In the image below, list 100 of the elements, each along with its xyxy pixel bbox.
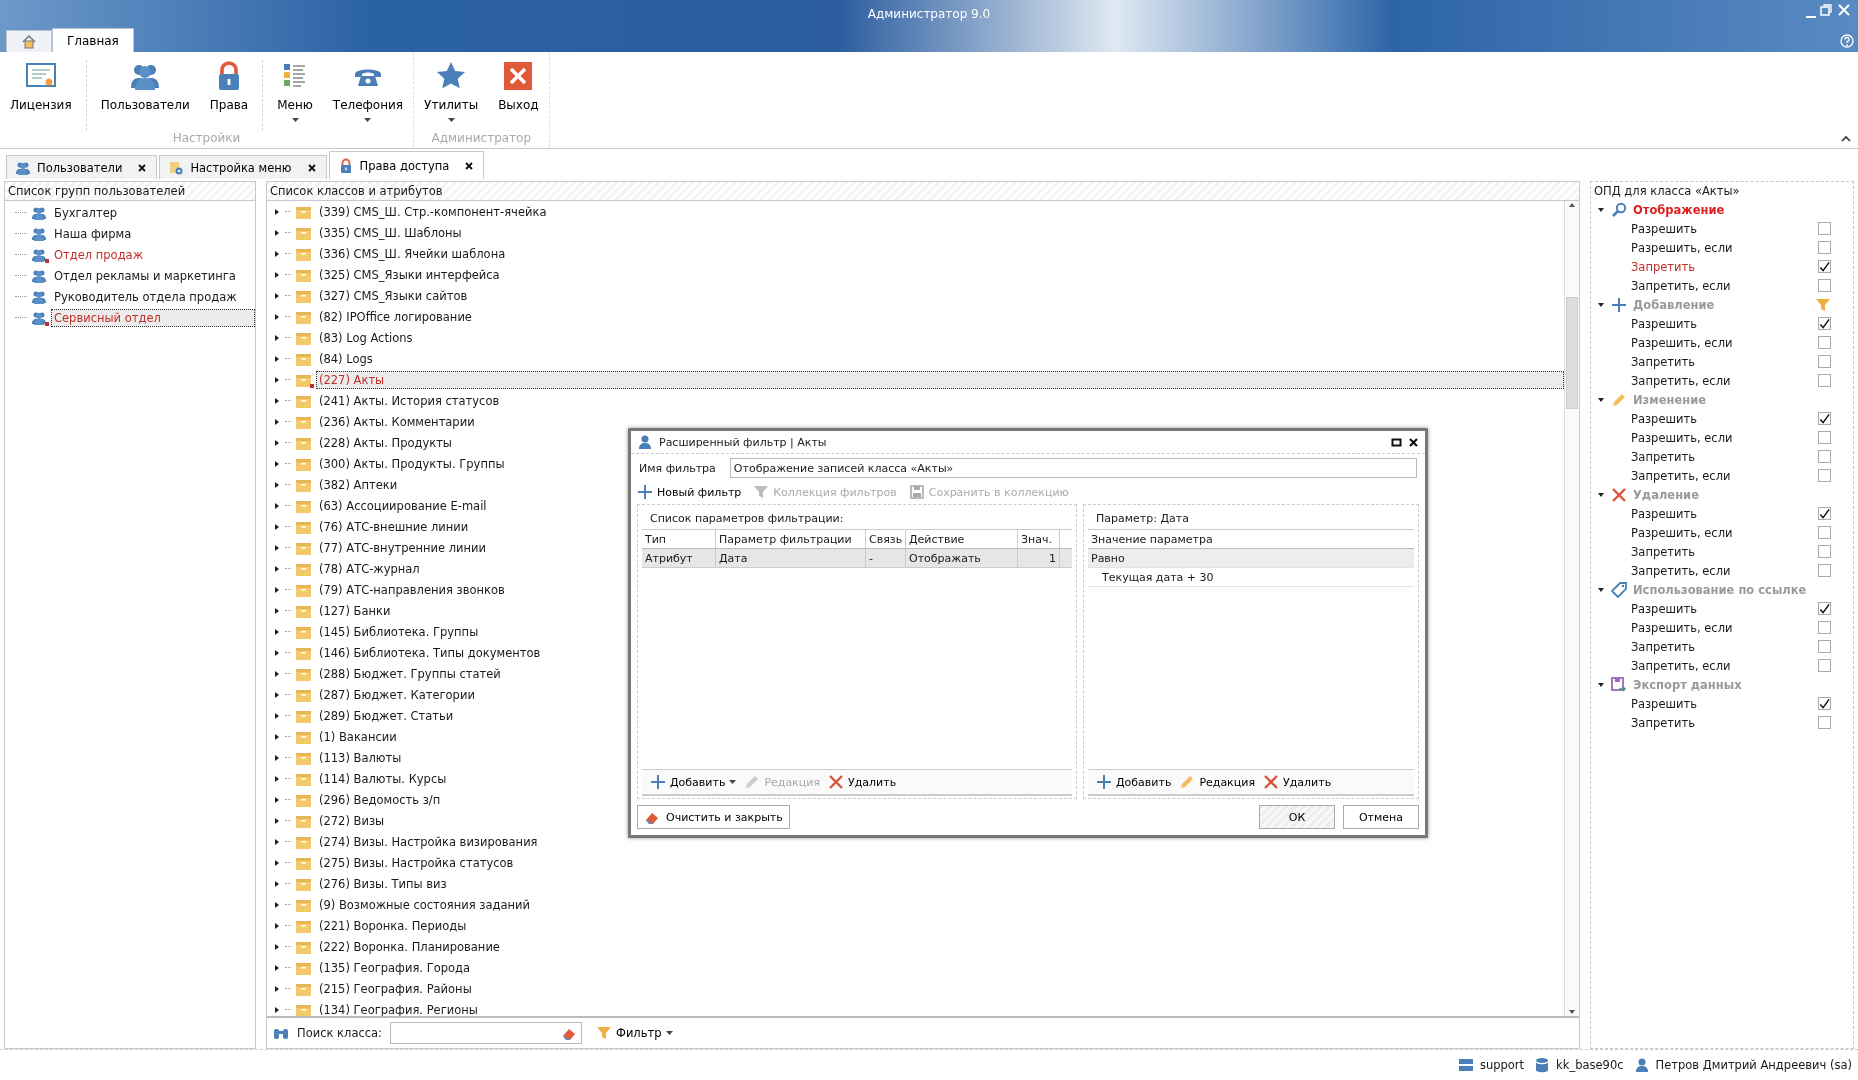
delete-icon xyxy=(828,774,845,790)
collapse-icon xyxy=(1840,134,1852,144)
tree-item[interactable]: (83) Log Actions xyxy=(316,328,1564,347)
permission-option: Запретить, если xyxy=(1631,278,1818,293)
scrollbar-thumb[interactable] xyxy=(1566,297,1578,409)
column-header[interactable]: Параметр фильтрации xyxy=(716,530,866,548)
tree-item[interactable]: Сервисный отдел xyxy=(51,308,255,327)
expander-icon xyxy=(273,795,281,804)
tree-item[interactable]: (339) CMS_Ш. Стр.-компонент-ячейка xyxy=(316,202,1564,221)
clear-close-button[interactable]: Очистить и закрыть xyxy=(637,805,790,829)
permission-option: Запретить, если xyxy=(1631,658,1818,673)
tree-item[interactable]: Бухгалтер xyxy=(51,203,255,222)
tree-item[interactable]: Отдел продаж xyxy=(51,245,255,264)
ok-button[interactable]: ОК xyxy=(1259,805,1335,829)
permission-option: Запретить xyxy=(1631,544,1818,559)
ribbon-button[interactable]: Лицензия xyxy=(0,60,82,131)
filter-name-field[interactable]: Отображение записей класса «Акты» xyxy=(729,458,1417,478)
checkbox[interactable] xyxy=(1818,241,1831,254)
value-row[interactable]: Текущая дата + 30 xyxy=(1088,568,1414,587)
column-header[interactable]: Значение параметра xyxy=(1088,530,1414,548)
tree-item[interactable]: (222) Воронка. Планирование xyxy=(316,937,1564,956)
value-row[interactable]: Равно xyxy=(1088,549,1414,568)
column-header[interactable]: Связь xyxy=(866,530,906,548)
checkbox[interactable] xyxy=(1818,336,1831,349)
checkbox[interactable] xyxy=(1818,279,1831,292)
permission-option: Разрешить xyxy=(1631,696,1818,711)
tree-item[interactable]: Руководитель отдела продаж xyxy=(51,287,255,306)
ribbon-tab[interactable]: Главная xyxy=(52,28,134,52)
checkbox[interactable] xyxy=(1818,412,1831,425)
checkbox[interactable] xyxy=(1818,545,1831,558)
tree-item[interactable]: (221) Воронка. Периоды xyxy=(316,916,1564,935)
checkbox[interactable] xyxy=(1818,716,1831,729)
expander-icon xyxy=(273,753,281,762)
document-tab[interactable]: Права доступа xyxy=(328,151,485,179)
document-tab[interactable]: Пользователи xyxy=(6,155,158,179)
permission-group[interactable]: Отображение xyxy=(1633,202,1853,217)
checkbox[interactable] xyxy=(1818,469,1831,482)
expander-icon xyxy=(273,774,281,783)
column-header[interactable]: Тип xyxy=(642,530,716,548)
ribbon-button[interactable]: Выход xyxy=(488,60,549,131)
checkbox[interactable] xyxy=(1818,222,1831,235)
scrollbar[interactable] xyxy=(1564,201,1579,1016)
expander-icon xyxy=(273,921,281,930)
checkbox[interactable] xyxy=(1818,564,1831,577)
checkbox[interactable] xyxy=(1818,640,1831,653)
tree-item[interactable]: (227) Акты xyxy=(316,370,1564,389)
checkbox[interactable] xyxy=(1818,659,1831,672)
action-button[interactable]: Удалить xyxy=(1263,774,1332,790)
tree-item[interactable]: (275) Визы. Настройка статусов xyxy=(316,853,1564,872)
plus-icon xyxy=(1611,296,1627,313)
filter-button[interactable]: Фильтр xyxy=(590,1024,679,1042)
checkbox[interactable] xyxy=(1818,260,1831,273)
checkbox[interactable] xyxy=(1818,317,1831,330)
tree-item[interactable]: (276) Визы. Типы виз xyxy=(316,874,1564,893)
checkbox[interactable] xyxy=(1818,355,1831,368)
tree-item[interactable]: (9) Возможные состояния заданий xyxy=(316,895,1564,914)
expander-icon xyxy=(273,711,281,720)
document-tab[interactable]: Настройка меню xyxy=(159,155,327,179)
toolbar-button[interactable]: Новый фильтр xyxy=(637,484,742,500)
action-button[interactable]: Редакция xyxy=(1179,774,1256,790)
tree-item[interactable]: (82) IPOffice логирование xyxy=(316,307,1564,326)
ribbon-button[interactable]: Телефония xyxy=(322,60,414,131)
checkbox[interactable] xyxy=(1818,450,1831,463)
checkbox[interactable] xyxy=(1818,431,1831,444)
tree-item[interactable]: (135) География. Города xyxy=(316,958,1564,977)
person-icon xyxy=(637,434,653,450)
ribbon-button[interactable]: Меню xyxy=(262,60,323,131)
checkbox[interactable] xyxy=(1818,621,1831,634)
home-tab[interactable] xyxy=(6,30,52,52)
action-button[interactable]: Добавить xyxy=(1096,774,1172,790)
tree-item[interactable]: (236) Акты. Комментарии xyxy=(316,412,1564,431)
column-header[interactable]: Действие xyxy=(906,530,1018,548)
column-header[interactable]: Знач. xyxy=(1018,530,1060,548)
tree-item[interactable]: (336) CMS_Ш. Ячейки шаблона xyxy=(316,244,1564,263)
cancel-button[interactable]: Отмена xyxy=(1343,805,1419,829)
tree-item[interactable]: (84) Logs xyxy=(316,349,1564,368)
checkbox[interactable] xyxy=(1818,374,1831,387)
checkbox[interactable] xyxy=(1818,602,1831,615)
action-button[interactable]: Удалить xyxy=(828,774,897,790)
tree-item[interactable]: Отдел рекламы и маркетинга xyxy=(51,266,255,285)
tag-icon xyxy=(1611,581,1627,598)
expander-icon xyxy=(273,354,281,363)
search-field[interactable] xyxy=(390,1022,582,1044)
maximize-icon xyxy=(1391,436,1402,448)
permission-option: Запретить, если xyxy=(1631,563,1818,578)
tree-item[interactable]: Наша фирма xyxy=(51,224,255,243)
expander-icon xyxy=(273,606,281,615)
tree-item[interactable]: (325) CMS_Языки интерфейса xyxy=(316,265,1564,284)
tree-item[interactable]: (134) География. Регионы xyxy=(316,1000,1564,1016)
tree-item[interactable]: (327) CMS_Языки сайтов xyxy=(316,286,1564,305)
checkbox[interactable] xyxy=(1818,697,1831,710)
action-button[interactable]: Добавить xyxy=(650,774,737,790)
tree-item[interactable]: (335) CMS_Ш. Шаблоны xyxy=(316,223,1564,242)
tree-item[interactable]: (241) Акты. История статусов xyxy=(316,391,1564,410)
checkbox[interactable] xyxy=(1818,507,1831,520)
ribbon-button[interactable]: Пользователи xyxy=(85,60,200,131)
tree-item[interactable]: (215) География. Районы xyxy=(316,979,1564,998)
ribbon-button[interactable]: Права xyxy=(199,60,259,131)
ribbon-button[interactable]: Утилиты xyxy=(414,60,489,131)
checkbox[interactable] xyxy=(1818,526,1831,539)
